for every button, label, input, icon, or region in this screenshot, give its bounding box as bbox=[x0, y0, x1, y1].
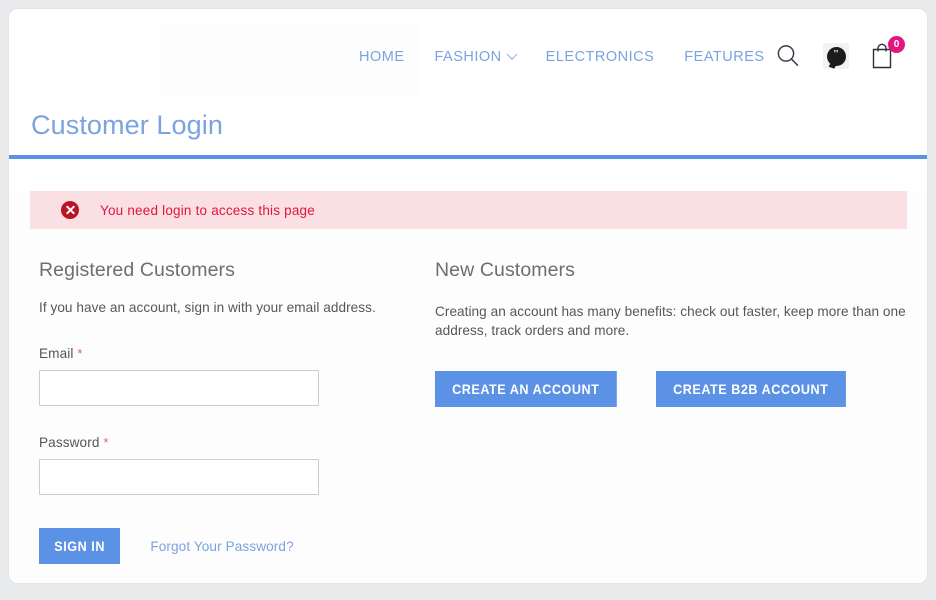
header-logo-area bbox=[9, 9, 159, 95]
login-actions-row: SIGN IN Forgot Your Password? bbox=[39, 528, 427, 565]
new-customers-section: New Customers Creating an account has ma… bbox=[427, 259, 906, 583]
password-field-group: Password * bbox=[39, 435, 427, 496]
nav-item-home-label: HOME bbox=[359, 49, 405, 65]
chat-button[interactable]: " bbox=[823, 43, 849, 69]
nav-item-electronics-label: ELECTRONICS bbox=[545, 49, 655, 65]
error-circle-icon bbox=[61, 201, 79, 219]
nav-item-home[interactable]: HOME bbox=[359, 49, 405, 65]
email-label-text: Email bbox=[39, 346, 74, 362]
nav-item-fashion[interactable]: FASHION bbox=[434, 48, 518, 65]
sign-in-button[interactable]: SIGN IN bbox=[39, 528, 121, 565]
search-icon bbox=[777, 45, 799, 66]
chat-bubble-icon: " bbox=[826, 46, 846, 66]
nav-item-fashion-label: FASHION bbox=[434, 49, 502, 65]
new-customers-heading: New Customers bbox=[435, 259, 575, 281]
email-required-asterisk: * bbox=[77, 346, 83, 362]
page-title: Customer Login bbox=[31, 110, 223, 141]
login-columns: Registered Customers If you have an acco… bbox=[30, 259, 906, 583]
email-label: Email * bbox=[39, 346, 427, 361]
main-navigation: HOME FASHION ELECTRONICS FEATURES bbox=[359, 48, 765, 65]
chevron-down-icon bbox=[505, 48, 518, 60]
page-card: HOME FASHION ELECTRONICS FEATURES " 0 Cu… bbox=[8, 8, 928, 584]
cart-count-badge: 0 bbox=[888, 36, 905, 53]
email-field-group: Email * bbox=[39, 346, 427, 407]
nav-item-features-label: FEATURES bbox=[684, 49, 765, 65]
registered-customers-subtitle: If you have an account, sign in with you… bbox=[39, 300, 376, 315]
registered-customers-heading: Registered Customers bbox=[39, 259, 235, 281]
error-alert-banner: You need login to access this page bbox=[30, 191, 907, 229]
title-divider bbox=[9, 155, 927, 159]
registered-customers-section: Registered Customers If you have an acco… bbox=[30, 259, 427, 583]
chat-quote-glyph: " bbox=[832, 47, 840, 60]
search-button[interactable] bbox=[771, 39, 805, 73]
cart-button[interactable]: 0 bbox=[867, 36, 905, 73]
password-label: Password * bbox=[39, 435, 427, 450]
nav-item-features[interactable]: FEATURES bbox=[684, 49, 764, 65]
new-customers-actions: CREATE AN ACCOUNT CREATE B2B ACCOUNT bbox=[435, 370, 906, 407]
page-title-container: Customer Login bbox=[9, 89, 927, 141]
nav-item-electronics[interactable]: ELECTRONICS bbox=[546, 49, 655, 65]
forgot-password-link[interactable]: Forgot Your Password? bbox=[150, 539, 293, 554]
error-alert-message: You need login to access this page bbox=[100, 202, 315, 218]
site-header: HOME FASHION ELECTRONICS FEATURES " 0 bbox=[9, 9, 927, 95]
create-account-button[interactable]: CREATE AN ACCOUNT bbox=[435, 370, 617, 407]
new-customers-subtitle: Creating an account has many benefits: c… bbox=[435, 304, 906, 339]
password-required-asterisk: * bbox=[103, 435, 109, 451]
create-b2b-account-button[interactable]: CREATE B2B ACCOUNT bbox=[655, 370, 846, 407]
email-input[interactable] bbox=[39, 370, 319, 407]
header-icon-group: " 0 bbox=[771, 36, 905, 73]
main-content: You need login to access this page Regis… bbox=[9, 191, 927, 583]
password-input[interactable] bbox=[39, 459, 319, 496]
password-label-text: Password bbox=[39, 435, 100, 451]
